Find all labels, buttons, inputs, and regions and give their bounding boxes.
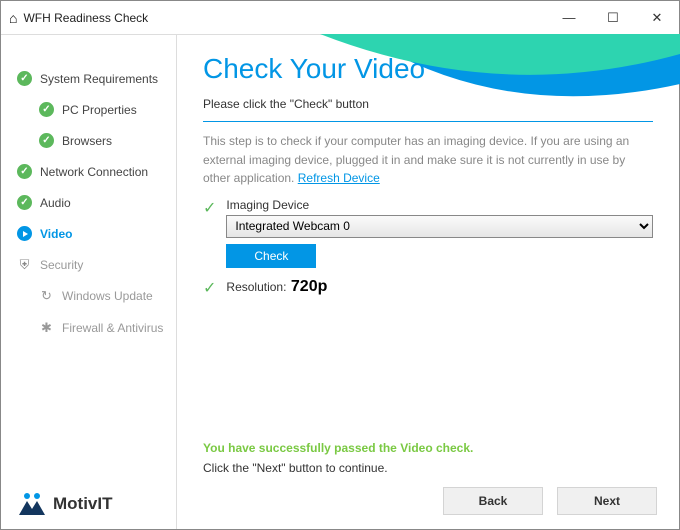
- sidebar-item-label: Windows Update: [62, 289, 153, 303]
- sidebar-item-video[interactable]: Video: [1, 220, 176, 247]
- window-title: WFH Readiness Check: [23, 11, 547, 25]
- app-window: ⌂ WFH Readiness Check — ☐ ✕ System Requi…: [0, 0, 680, 530]
- footer-messages: You have successfully passed the Video c…: [203, 441, 653, 475]
- maximize-button[interactable]: ☐: [591, 1, 635, 34]
- check-circle-icon: [17, 71, 32, 86]
- back-button[interactable]: Back: [443, 487, 543, 515]
- check-circle-icon: [39, 133, 54, 148]
- sidebar-item-windows-update[interactable]: ↻ Windows Update: [1, 282, 176, 310]
- refresh-icon: ↻: [39, 288, 54, 304]
- shield-icon: ⛨: [17, 257, 32, 272]
- sidebar-item-system-requirements[interactable]: System Requirements: [1, 65, 176, 92]
- resolution-value: 720p: [291, 278, 327, 295]
- next-instruction: Click the "Next" button to continue.: [203, 461, 653, 475]
- page-subtitle: Please click the "Check" button: [203, 97, 653, 111]
- sidebar-item-label: PC Properties: [62, 103, 137, 117]
- resolution-row: ✓ Resolution: 720p: [203, 278, 653, 298]
- horizontal-rule: [203, 121, 653, 122]
- sidebar-item-security[interactable]: ⛨ Security: [1, 251, 176, 278]
- logo-text: MotivIT: [53, 494, 113, 514]
- description-text: This step is to check if your computer h…: [203, 132, 653, 188]
- sidebar-item-pc-properties[interactable]: PC Properties: [1, 96, 176, 123]
- check-circle-icon: [39, 102, 54, 117]
- check-button[interactable]: Check: [226, 244, 316, 268]
- imaging-device-select[interactable]: Integrated Webcam 0: [226, 215, 653, 238]
- sidebar-item-network-connection[interactable]: Network Connection: [1, 158, 176, 185]
- refresh-device-link[interactable]: Refresh Device: [298, 171, 380, 185]
- bug-icon: ✱: [39, 320, 54, 336]
- logo: MotivIT: [17, 491, 113, 517]
- description-body: This step is to check if your computer h…: [203, 134, 629, 185]
- next-button[interactable]: Next: [557, 487, 657, 515]
- window-controls: — ☐ ✕: [547, 1, 679, 34]
- sidebar-item-label: Network Connection: [40, 165, 148, 179]
- button-bar: Back Next: [443, 487, 657, 515]
- page-title: Check Your Video: [203, 53, 653, 85]
- titlebar: ⌂ WFH Readiness Check — ☐ ✕: [1, 1, 679, 35]
- home-icon: ⌂: [9, 10, 17, 26]
- sidebar-item-browsers[interactable]: Browsers: [1, 127, 176, 154]
- sidebar-item-label: Audio: [40, 196, 71, 210]
- minimize-button[interactable]: —: [547, 1, 591, 34]
- sidebar-item-label: Video: [40, 227, 72, 241]
- main-panel: Check Your Video Please click the "Check…: [177, 35, 679, 529]
- sidebar-item-label: Firewall & Antivirus: [62, 321, 163, 335]
- check-icon: ✓: [203, 278, 216, 298]
- imaging-device-row: ✓ Imaging Device Integrated Webcam 0 Che…: [203, 198, 653, 268]
- close-button[interactable]: ✕: [635, 1, 679, 34]
- imaging-device-label: Imaging Device: [226, 198, 653, 212]
- sidebar: System Requirements PC Properties Browse…: [1, 35, 176, 529]
- sidebar-item-label: Security: [40, 258, 83, 272]
- sidebar-item-audio[interactable]: Audio: [1, 189, 176, 216]
- sidebar-item-firewall-antivirus[interactable]: ✱ Firewall & Antivirus: [1, 314, 176, 342]
- play-circle-icon: [17, 226, 32, 241]
- sidebar-item-label: Browsers: [62, 134, 112, 148]
- logo-mark-icon: [17, 491, 47, 517]
- success-message: You have successfully passed the Video c…: [203, 441, 653, 455]
- check-circle-icon: [17, 195, 32, 210]
- sidebar-item-label: System Requirements: [40, 72, 158, 86]
- resolution-label: Resolution:: [226, 280, 286, 294]
- check-icon: ✓: [203, 198, 216, 218]
- check-circle-icon: [17, 164, 32, 179]
